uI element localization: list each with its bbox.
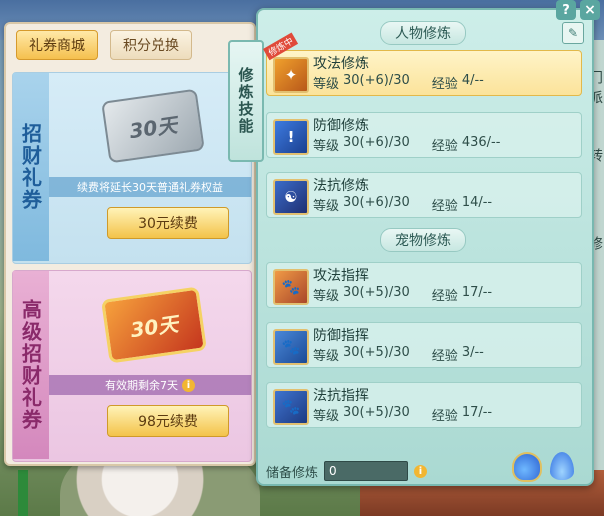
exp-value: 4/-- <box>461 73 484 88</box>
exp-value: 17/-- <box>461 405 493 420</box>
pet-defense-paw-icon: 🐾 <box>273 329 309 365</box>
card-description: 续费将延长30天普通礼券权益 <box>49 177 251 197</box>
premium-fortune-voucher-card: 高级招财礼券 30天 有效期剩余7天 i 98元续费 <box>12 270 252 462</box>
exp-label: 经验 <box>431 349 458 364</box>
exp-label: 经验 <box>431 409 458 424</box>
voucher-shop-panel: 礼券商城 积分兑换 招财礼券 30天 续费将延长30天普通礼券权益 30元续费 … <box>4 22 256 466</box>
voucher-ticket-icon: 30天 <box>101 286 207 364</box>
potion-icon[interactable] <box>512 452 542 482</box>
skill-row-defense[interactable]: ! 防御修炼 等级 30(+6)/30 经验 436/-- <box>266 112 582 158</box>
section-title: 宠物修炼 <box>380 228 466 252</box>
section-title: 人物修炼 <box>380 21 466 45</box>
skill-name: 防御指挥 <box>313 328 369 344</box>
exp-value: 436/-- <box>461 135 501 150</box>
attack-emblem-icon: ✦ <box>273 57 309 93</box>
help-button[interactable]: ? <box>556 0 576 20</box>
skill-name: 法抗修炼 <box>313 178 369 194</box>
card-title: 招财礼券 <box>13 73 49 261</box>
info-icon[interactable]: i <box>182 378 195 392</box>
skill-row-pet-defense[interactable]: 🐾 防御指挥 等级 30(+5)/30 经验 3/-- <box>266 322 582 368</box>
level-label: 等级 <box>313 77 340 92</box>
fortune-voucher-card: 招财礼券 30天 续费将延长30天普通礼券权益 30元续费 <box>12 72 252 264</box>
card-description-text: 续费将延长30天普通礼券权益 <box>77 181 223 194</box>
pet-resist-paw-icon: 🐾 <box>273 389 309 425</box>
level-label: 等级 <box>313 409 340 424</box>
skill-stats: 等级 30(+5)/30 经验 17/-- <box>313 405 492 424</box>
level-label: 等级 <box>313 349 340 364</box>
level-value: 30(+6)/30 <box>343 73 410 88</box>
skill-name: 攻法修炼 <box>313 56 369 72</box>
reserve-cultivation: 储备修炼 0 i <box>266 460 428 482</box>
exp-label: 经验 <box>431 289 458 304</box>
close-button[interactable]: × <box>580 0 600 20</box>
exp-value: 3/-- <box>461 345 484 360</box>
level-value: 30(+5)/30 <box>343 285 410 300</box>
tab-voucher-mall[interactable]: 礼券商城 <box>16 30 98 60</box>
skill-row-pet-resist[interactable]: 🐾 法抗指挥 等级 30(+5)/30 经验 17/-- <box>266 382 582 428</box>
card-description: 有效期剩余7天 i <box>49 375 251 395</box>
shop-tabs: 礼券商城 积分兑换 <box>16 30 192 60</box>
reserve-value-field: 0 <box>324 461 409 481</box>
exp-label: 经验 <box>431 77 458 92</box>
skill-stats: 等级 30(+5)/30 经验 17/-- <box>313 285 492 304</box>
level-value: 30(+6)/30 <box>343 135 410 150</box>
skill-row-pet-attack[interactable]: 🐾 攻法指挥 等级 30(+5)/30 经验 17/-- <box>266 262 582 308</box>
card-title: 高级招财礼券 <box>13 271 49 459</box>
pet-attack-paw-icon: 🐾 <box>273 269 309 305</box>
level-label: 等级 <box>313 199 340 214</box>
skill-name: 攻法指挥 <box>313 268 369 284</box>
level-value: 30(+6)/30 <box>343 195 410 210</box>
card-description-text: 有效期剩余7天 <box>105 379 178 392</box>
skill-stats: 等级 30(+6)/30 经验 436/-- <box>313 135 500 154</box>
skill-stats: 等级 30(+6)/30 经验 4/-- <box>313 73 484 92</box>
defense-shield-icon: ! <box>273 119 309 155</box>
skill-row-resist[interactable]: ☯ 法抗修炼 等级 30(+6)/30 经验 14/-- <box>266 172 582 218</box>
skill-name: 法抗指挥 <box>313 388 369 404</box>
level-label: 等级 <box>313 139 340 154</box>
level-value: 30(+5)/30 <box>343 405 410 420</box>
level-value: 30(+5)/30 <box>343 345 410 360</box>
exp-value: 14/-- <box>461 195 493 210</box>
skill-stats: 等级 30(+5)/30 经验 3/-- <box>313 345 484 364</box>
exp-value: 17/-- <box>461 285 493 300</box>
exp-label: 经验 <box>431 139 458 154</box>
skill-stats: 等级 30(+6)/30 经验 14/-- <box>313 195 492 214</box>
voucher-ticket-icon: 30天 <box>101 88 205 164</box>
renew-98-button[interactable]: 98元续费 <box>107 405 229 437</box>
resist-yinyang-icon: ☯ <box>273 179 309 215</box>
info-icon[interactable]: i <box>414 464 428 478</box>
tab-points-exchange[interactable]: 积分兑换 <box>110 30 192 60</box>
renew-30-button[interactable]: 30元续费 <box>107 207 229 239</box>
reserve-label: 储备修炼 <box>266 465 319 481</box>
level-label: 等级 <box>313 289 340 304</box>
skill-name: 防御修炼 <box>313 118 369 134</box>
health-bar <box>18 470 28 516</box>
exp-label: 经验 <box>431 199 458 214</box>
skill-row-attack[interactable]: ✦ 修炼中 攻法修炼 等级 30(+6)/30 经验 4/-- <box>263 32 582 96</box>
tab-cultivation-skills[interactable]: 修炼技能 <box>228 40 264 162</box>
section-header-character: 人物修炼 <box>258 21 588 45</box>
section-header-pet: 宠物修炼 <box>258 228 588 252</box>
